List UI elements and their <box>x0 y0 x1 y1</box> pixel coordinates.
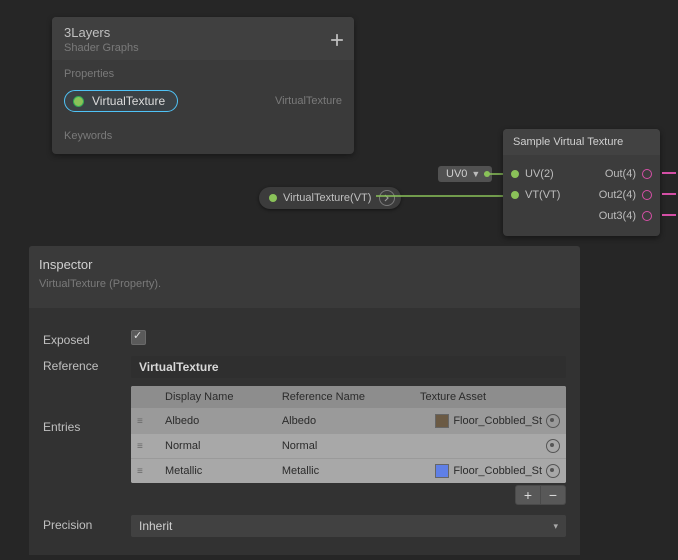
cell-display: Albedo <box>159 409 276 434</box>
chevron-down-icon: ▼ <box>471 169 480 179</box>
precision-value: Inherit <box>139 519 172 533</box>
svt-out2-label: Out2(4) <box>599 189 636 201</box>
texture-picker-button[interactable] <box>546 439 560 453</box>
texture-swatch-icon <box>435 414 449 428</box>
exposed-checkbox[interactable] <box>131 330 146 345</box>
cell-ref: Metallic <box>276 459 414 484</box>
graph-subtitle: Shader Graphs <box>64 42 342 54</box>
svt-port-in-uv[interactable] <box>511 170 519 178</box>
properties-section-label: Properties <box>52 60 354 86</box>
cell-asset: Floor_Cobbled_St <box>453 465 542 477</box>
cell-display: Metallic <box>159 459 276 484</box>
precision-label: Precision <box>43 515 131 532</box>
svt-node-title: Sample Virtual Texture <box>503 129 660 155</box>
blackboard-panel: 3Layers Shader Graphs Properties Virtual… <box>52 17 354 154</box>
wire-stub-icon <box>662 214 676 216</box>
exposed-label: Exposed <box>43 330 131 347</box>
svt-port-out2[interactable] <box>642 190 652 200</box>
cell-ref: Normal <box>276 434 414 459</box>
table-row[interactable]: ≡ Metallic Metallic Floor_Cobbled_St <box>131 459 566 484</box>
col-display-name: Display Name <box>159 386 276 409</box>
svt-in-uv-label: UV(2) <box>525 168 554 180</box>
entries-table: Display Name Reference Name Texture Asse… <box>131 386 566 483</box>
wire-stub-icon <box>662 193 676 195</box>
keywords-section-label: Keywords <box>52 122 354 154</box>
drag-handle-icon[interactable]: ≡ <box>137 441 143 452</box>
entries-label: Entries <box>43 386 131 434</box>
precision-dropdown[interactable]: Inherit ▾ <box>131 515 566 537</box>
uv-output-port <box>484 171 490 177</box>
drag-handle-icon[interactable]: ≡ <box>137 416 143 427</box>
table-row[interactable]: ≡ Normal Normal <box>131 434 566 459</box>
property-type-label: VirtualTexture <box>275 95 342 107</box>
svt-port-in-vt[interactable] <box>511 191 519 199</box>
expand-node-icon[interactable] <box>379 190 395 206</box>
uv-channel-dropdown[interactable]: UV0 ▼ <box>438 166 492 182</box>
svt-in-vt-label: VT(VT) <box>525 189 560 201</box>
property-dot-icon <box>73 96 84 107</box>
svt-out1-label: Out(4) <box>605 168 636 180</box>
reference-input[interactable] <box>131 356 566 378</box>
graph-title: 3Layers <box>64 25 342 40</box>
inspector-panel: Inspector VirtualTexture (Property). Exp… <box>29 246 580 555</box>
add-entry-button[interactable]: + <box>515 485 541 505</box>
col-texture-asset: Texture Asset <box>414 386 566 409</box>
remove-entry-button[interactable]: − <box>541 485 566 505</box>
property-pill-label: VirtualTexture <box>92 94 165 108</box>
texture-swatch-icon <box>435 464 449 478</box>
drag-handle-icon[interactable]: ≡ <box>137 466 143 477</box>
wire-stub-icon <box>662 172 676 174</box>
table-row[interactable]: ≡ Albedo Albedo Floor_Cobbled_St <box>131 409 566 434</box>
chevron-down-icon: ▾ <box>553 521 558 532</box>
texture-picker-button[interactable] <box>546 464 560 478</box>
inspector-header: Inspector VirtualTexture (Property). <box>29 246 580 308</box>
vt-node-label: VirtualTexture(VT) <box>283 192 371 204</box>
col-reference-name: Reference Name <box>276 386 414 409</box>
cell-display: Normal <box>159 434 276 459</box>
svt-port-out1[interactable] <box>642 169 652 179</box>
blackboard-header: 3Layers Shader Graphs <box>52 17 354 60</box>
reference-label: Reference <box>43 356 131 373</box>
property-pill-virtualtexture[interactable]: VirtualTexture <box>64 90 178 112</box>
property-node-virtualtexture[interactable]: VirtualTexture(VT) <box>259 187 401 209</box>
node-sample-virtual-texture[interactable]: Sample Virtual Texture UV(2) Out(4) VT(V… <box>503 129 660 236</box>
inspector-title: Inspector <box>39 257 570 272</box>
texture-picker-button[interactable] <box>546 414 560 428</box>
cell-asset: Floor_Cobbled_St <box>453 415 542 427</box>
svt-out3-label: Out3(4) <box>599 210 636 222</box>
vt-node-port-icon <box>269 194 277 202</box>
cell-ref: Albedo <box>276 409 414 434</box>
inspector-subtitle: VirtualTexture (Property). <box>39 278 570 290</box>
add-property-button[interactable] <box>330 31 344 52</box>
svt-port-out3[interactable] <box>642 211 652 221</box>
uv-channel-value: UV0 <box>446 168 467 180</box>
